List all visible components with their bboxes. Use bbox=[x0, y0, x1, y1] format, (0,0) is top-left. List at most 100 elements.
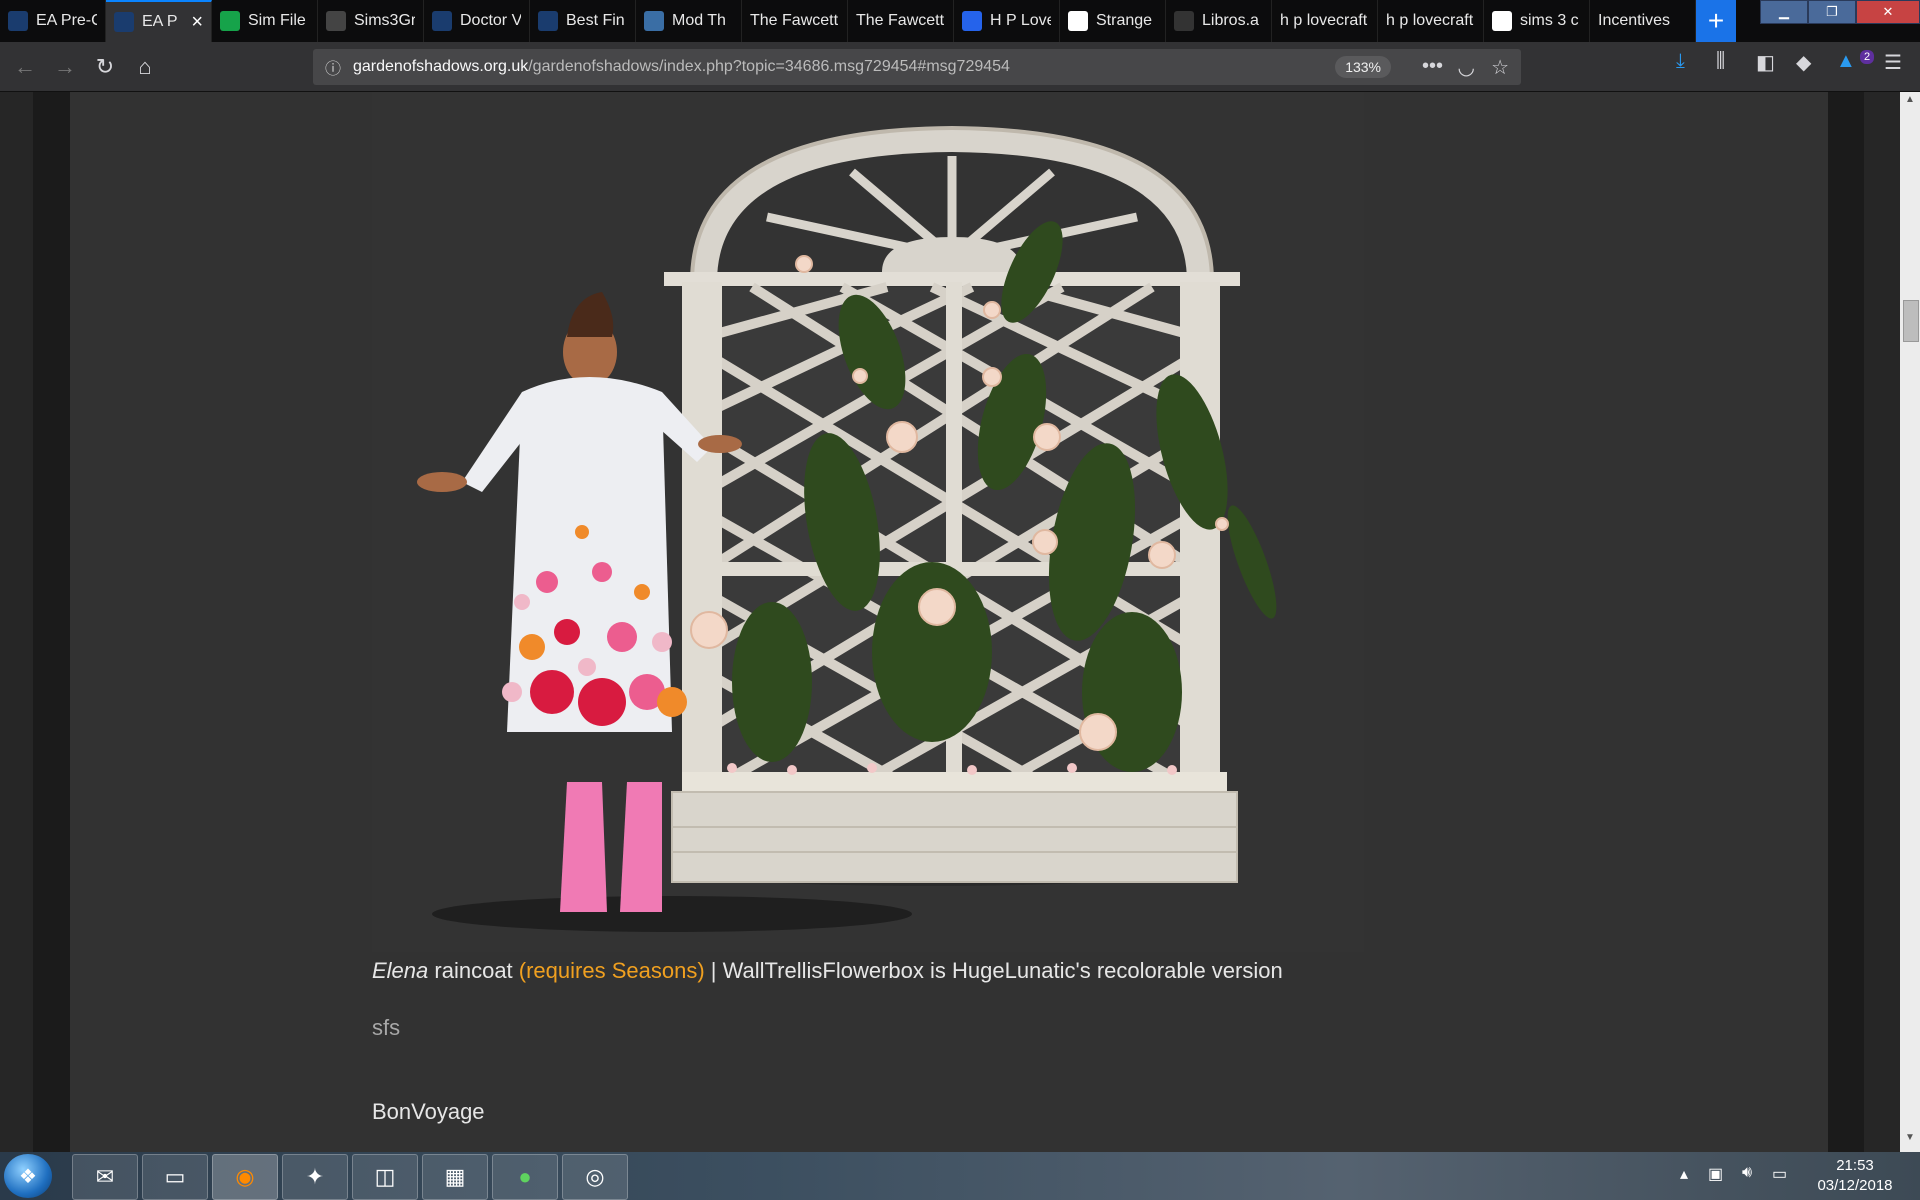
scroll-down-arrow-icon[interactable]: ▼ bbox=[1900, 1132, 1920, 1150]
taskbar-firefox[interactable]: ◉ bbox=[212, 1154, 278, 1200]
pidgin-icon: ✦ bbox=[305, 1164, 325, 1189]
new-tab-button[interactable]: + bbox=[1696, 0, 1736, 42]
navigation-toolbar: ← → ↻ ⌂ ⓘ gardenofshadows.org.uk/gardeno… bbox=[0, 42, 1920, 92]
browser-tab[interactable]: Libros.a bbox=[1166, 0, 1272, 42]
page-actions-icon[interactable]: ••• bbox=[1422, 55, 1443, 78]
tab-title: Sims3Gr bbox=[354, 12, 415, 29]
browser-tab[interactable]: Doctor V bbox=[424, 0, 530, 42]
section-heading-bonvoyage: BonVoyage bbox=[372, 1099, 485, 1124]
browser-tab[interactable]: H P Love bbox=[954, 0, 1060, 42]
network-icon[interactable]: ▭ bbox=[1772, 1164, 1787, 1184]
home-button[interactable]: ⌂ bbox=[128, 50, 162, 84]
back-arrow-icon: ← bbox=[14, 54, 36, 79]
maximize-button[interactable]: ❐ bbox=[1808, 0, 1856, 24]
firefox-icon: ◉ bbox=[235, 1164, 255, 1189]
tray-show-hidden-icon[interactable]: ▴ bbox=[1680, 1164, 1688, 1184]
tab-title: Sim File bbox=[248, 12, 306, 29]
tab-title: h p lovecraft bbox=[1386, 12, 1474, 29]
tab-list: EA Pre-C EA P × Sim File Sims3Gr Doctor V Best… bbox=[0, 0, 1696, 42]
browser-tab[interactable]: sims 3 c bbox=[1484, 0, 1590, 42]
image-caption: Elena raincoat (requires Seasons) | Wall… bbox=[372, 958, 1283, 984]
tab-title: The Fawcett bbox=[750, 12, 839, 29]
tab-title: EA Pre-C bbox=[36, 12, 97, 29]
notification-icon[interactable]: ▲ bbox=[1836, 50, 1856, 73]
reload-button[interactable]: ↻ bbox=[88, 50, 122, 84]
start-button[interactable]: ❖ bbox=[4, 1154, 52, 1198]
sfs-download-link[interactable]: sfs bbox=[372, 1015, 400, 1041]
minimize-icon: ▁ bbox=[1779, 4, 1789, 19]
doctor-favicon-icon bbox=[432, 11, 452, 31]
taskbar-app-8[interactable]: ◎ bbox=[562, 1154, 628, 1200]
taskbar-app-6[interactable]: ▦ bbox=[422, 1154, 488, 1200]
forward-arrow-icon: → bbox=[54, 54, 76, 79]
tab-close-icon[interactable]: × bbox=[191, 11, 203, 34]
taskbar-explorer[interactable]: ▭ bbox=[142, 1154, 208, 1200]
taskbar-app-5[interactable]: ◫ bbox=[352, 1154, 418, 1200]
url-text[interactable]: gardenofshadows.org.uk/gardenofshadows/i… bbox=[353, 58, 1010, 76]
sh-favicon-icon bbox=[1068, 11, 1088, 31]
scroll-up-arrow-icon[interactable]: ▲ bbox=[1900, 94, 1920, 112]
tray-app-icon[interactable]: ▣ bbox=[1708, 1164, 1723, 1184]
sidebar-toggle-icon[interactable]: ◧ bbox=[1756, 50, 1775, 75]
browser-tab[interactable]: The Fawcett bbox=[742, 0, 848, 42]
clock-time: 21:53 bbox=[1836, 1157, 1874, 1174]
browser-tab[interactable]: Sims3Gr bbox=[318, 0, 424, 42]
maximize-icon: ❐ bbox=[1826, 4, 1838, 19]
browser-tab[interactable]: h p lovecraft bbox=[1378, 0, 1484, 42]
tab-title: sims 3 c bbox=[1520, 12, 1579, 29]
tab-title: Libros.a bbox=[1202, 12, 1259, 29]
modthesims-favicon-icon bbox=[644, 11, 664, 31]
forward-button[interactable]: → bbox=[48, 50, 82, 84]
browser-tab[interactable]: EA Pre-C bbox=[0, 0, 106, 42]
taskbar-thunderbird[interactable]: ✉ bbox=[72, 1154, 138, 1200]
browser-tab[interactable]: The Fawcett bbox=[848, 0, 954, 42]
page-right-margin bbox=[1828, 92, 1864, 1152]
volume-icon[interactable]: 🔊︎ bbox=[1742, 1164, 1752, 1182]
url-bar[interactable]: ⓘ gardenofshadows.org.uk/gardenofshadows… bbox=[313, 49, 1521, 85]
folder-icon: ▭ bbox=[164, 1164, 186, 1189]
site-info-icon[interactable]: ⓘ bbox=[313, 55, 353, 79]
windows-taskbar: ❖ ✉ ▭ ◉ ✦ ◫ ▦ ● ◎ ▴ ▣ 🔊︎ ▭ 21:53 03/12/2… bbox=[0, 1152, 1920, 1200]
tab-title: EA P bbox=[142, 13, 178, 30]
pocket-icon[interactable]: ◡ bbox=[1458, 55, 1475, 80]
notification-count-badge: 2 bbox=[1860, 50, 1875, 64]
windows-logo-icon: ❖ bbox=[19, 1165, 37, 1188]
taskbar-clock[interactable]: 21:53 03/12/2018 bbox=[1800, 1156, 1910, 1196]
downloads-icon[interactable]: ⤓ bbox=[1676, 50, 1685, 73]
tab-title: h p lovecraft bbox=[1280, 12, 1368, 29]
tab-title: Incentives bbox=[1598, 12, 1671, 29]
home-icon: ⌂ bbox=[138, 54, 152, 79]
browser-tab[interactable]: Strange bbox=[1060, 0, 1166, 42]
browser-tab[interactable]: Sim File bbox=[212, 0, 318, 42]
close-window-button[interactable]: ✕ bbox=[1856, 0, 1920, 24]
browser-tab[interactable]: Best Fin bbox=[530, 0, 636, 42]
browser-tab[interactable]: Mod Th bbox=[636, 0, 742, 42]
scrollbar-thumb[interactable] bbox=[1903, 300, 1919, 342]
tab-title: Mod Th bbox=[672, 12, 726, 29]
browser-tab[interactable]: EA P × bbox=[106, 0, 212, 42]
tab-strip: EA Pre-C EA P × Sim File Sims3Gr Doctor V Best… bbox=[0, 0, 1920, 42]
caption-text-1: raincoat bbox=[428, 958, 519, 983]
menu-hamburger-icon[interactable]: ☰ bbox=[1884, 50, 1902, 75]
library-icon[interactable]: ⫼ bbox=[1716, 50, 1725, 73]
thunderbird-icon: ✉ bbox=[95, 1164, 115, 1189]
back-button[interactable]: ← bbox=[8, 50, 42, 84]
zoom-level-badge[interactable]: 133% bbox=[1335, 56, 1391, 78]
taskbar-app-7[interactable]: ● bbox=[492, 1154, 558, 1200]
taskbar-pidgin[interactable]: ✦ bbox=[282, 1154, 348, 1200]
browser-tab[interactable]: Incentives bbox=[1590, 0, 1696, 42]
requires-seasons-link[interactable]: (requires Seasons) bbox=[519, 958, 705, 983]
bookmark-star-icon[interactable]: ☆ bbox=[1491, 55, 1509, 80]
post-image-sim-and-trellis bbox=[372, 92, 1364, 952]
tab-title: Best Fin bbox=[566, 12, 625, 29]
tab-title: Doctor V bbox=[460, 12, 521, 29]
plus-icon: + bbox=[1707, 5, 1725, 36]
page-left-margin bbox=[33, 92, 70, 1152]
tab-title: The Fawcett bbox=[856, 12, 945, 29]
extension-icon[interactable]: ◆ bbox=[1796, 50, 1811, 75]
url-path: /gardenofshadows/index.php?topic=34686.m… bbox=[528, 58, 1010, 75]
green-app-icon: ● bbox=[518, 1164, 532, 1189]
browser-tab[interactable]: h p lovecraft bbox=[1272, 0, 1378, 42]
minimize-button[interactable]: ▁ bbox=[1760, 0, 1808, 24]
vertical-scrollbar[interactable] bbox=[1900, 92, 1920, 1152]
